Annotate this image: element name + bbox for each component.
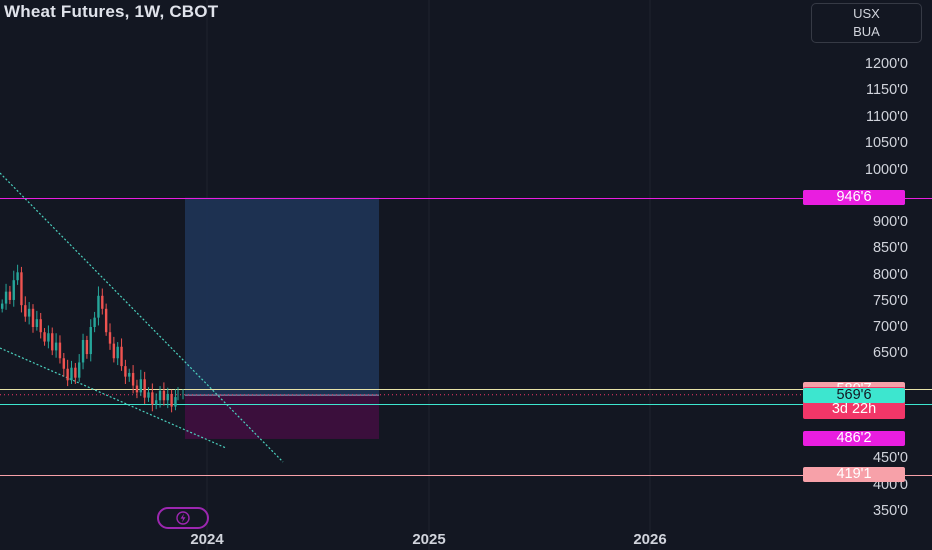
candle-body [104, 308, 108, 333]
candle-body [74, 367, 77, 378]
price-tick-label: 1200'0 [864, 56, 908, 72]
candle-body [20, 272, 23, 306]
candle-body [97, 295, 100, 318]
candle-body [8, 291, 12, 300]
currency-unit-selector[interactable]: USX BUA [811, 3, 922, 43]
price-tick-label: 850'0 [872, 240, 908, 256]
candlesticks [1, 264, 184, 413]
candle-body [4, 291, 8, 304]
candle-body [116, 346, 119, 359]
candle-body [112, 343, 116, 359]
price-label-value: 946'6 [836, 189, 872, 206]
candle-body [174, 397, 177, 407]
candle-body [151, 392, 154, 405]
price-tick-label: 650'0 [872, 345, 908, 361]
candle-body [135, 385, 139, 393]
price-label: 419'1 [803, 466, 905, 483]
price-tick-label: 1150'0 [865, 82, 908, 98]
candle-body [158, 390, 162, 401]
candle-body [12, 280, 15, 300]
candle-body [58, 342, 62, 359]
price-label-value: 569'6 [836, 386, 872, 403]
candle-body [51, 333, 54, 351]
price-label: 486'2 [803, 430, 905, 447]
candle-body [78, 362, 81, 378]
candle-body [170, 393, 173, 407]
time-tick-label: 2025 [412, 531, 446, 548]
candle-body [89, 327, 92, 355]
candle-body [1, 303, 4, 309]
replay-button[interactable] [157, 507, 209, 529]
price-tick-label: 1000'0 [864, 162, 908, 178]
candle-body [93, 317, 96, 327]
candle-body [162, 390, 166, 401]
price-label-value: 486'2 [836, 430, 872, 447]
price-label-value: 419'1 [836, 466, 872, 483]
candle-body [35, 319, 39, 327]
candle-body [166, 393, 169, 401]
candle-body [31, 308, 35, 327]
candle-body [147, 392, 150, 398]
candle-body [131, 372, 135, 386]
candle-body [85, 340, 89, 355]
candle-body [47, 333, 50, 342]
candle-body [108, 332, 112, 344]
candle-body [24, 305, 27, 317]
candle-body [39, 319, 42, 333]
price-label: 946'6 [803, 189, 905, 206]
price-tick-label: 450'0 [872, 450, 908, 466]
profit-zone [185, 197, 379, 396]
price-tick-label: 800'0 [872, 267, 908, 283]
candle-body [139, 379, 142, 393]
chart-canvas[interactable] [0, 0, 932, 550]
candle-body [155, 400, 158, 405]
price-tick-label: 700'0 [872, 319, 908, 335]
bar-countdown: 3d 22h [831, 401, 877, 418]
position-tool[interactable] [185, 197, 379, 439]
candle-body [66, 368, 69, 381]
price-tick-label: 750'0 [872, 293, 908, 309]
chart-title: Wheat Futures, 1W, CBOT [4, 2, 219, 21]
candle-body [101, 295, 104, 309]
currency-label: USX [853, 6, 880, 21]
candle-body [128, 372, 131, 377]
price-tick-label: 900'0 [872, 214, 908, 230]
price-tick-label: 350'0 [872, 503, 908, 519]
candle-body [27, 308, 31, 317]
time-tick-label: 2024 [190, 531, 224, 548]
candle-body [120, 346, 123, 367]
time-tick-label: 2026 [633, 531, 667, 548]
candle-body [62, 358, 65, 369]
price-tick-label: 1050'0 [864, 135, 908, 151]
candle-body [54, 342, 58, 351]
horizontal-lines[interactable] [0, 198, 932, 476]
price-label: 569'6 [803, 386, 905, 403]
candle-body [81, 340, 85, 363]
candle-body [16, 272, 19, 281]
unit-label: BUA [853, 24, 880, 39]
price-tick-label: 1100'0 [865, 109, 908, 125]
lightning-icon [176, 511, 190, 525]
candle-body [143, 379, 146, 398]
candle-body [43, 332, 46, 342]
candle-body [70, 367, 73, 381]
loss-zone [185, 395, 379, 439]
candle-body [124, 366, 127, 377]
